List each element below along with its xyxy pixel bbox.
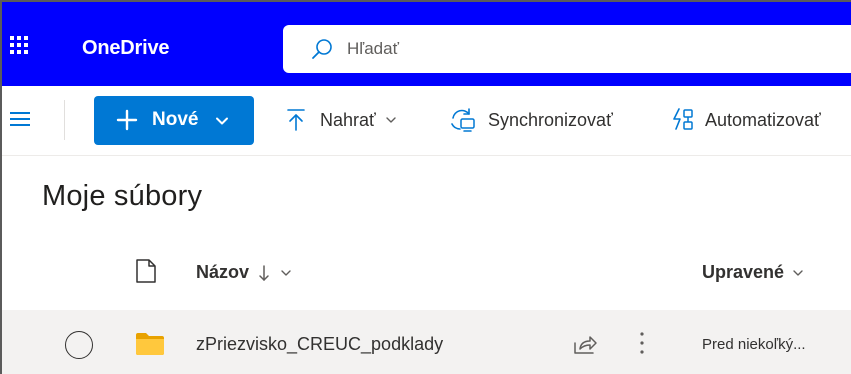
chevron-down-icon <box>386 117 396 123</box>
sync-icon <box>451 108 475 132</box>
plus-icon <box>116 109 138 131</box>
onedrive-window: OneDrive Nové <box>0 0 851 374</box>
folder-icon <box>136 333 164 355</box>
column-header-modified[interactable]: Upravené <box>702 262 804 283</box>
automate-button-label: Automatizovať <box>705 109 821 130</box>
new-button-label: Nové <box>152 109 199 130</box>
search-icon <box>312 39 332 59</box>
suite-bar: OneDrive <box>2 2 851 86</box>
upload-button-label: Nahrať <box>320 109 376 130</box>
file-name[interactable]: zPriezvisko_CREUC_podklady <box>196 334 443 355</box>
file-type-icon[interactable] <box>135 258 157 284</box>
column-header-name-label: Názov <box>196 262 250 282</box>
navigation-menu-icon[interactable] <box>8 108 32 132</box>
column-header-name[interactable]: Názov <box>196 262 292 283</box>
new-button[interactable]: Nové <box>94 96 254 145</box>
chevron-down-icon <box>281 269 291 276</box>
chevron-down-icon <box>793 269 803 276</box>
flow-icon <box>673 108 693 130</box>
search-box[interactable] <box>283 25 851 73</box>
list-header: Názov Upravené <box>2 242 851 304</box>
sync-button-label: Synchronizovať <box>488 109 613 130</box>
row-select-checkbox[interactable] <box>65 331 93 359</box>
upload-icon <box>287 109 305 131</box>
sort-descending-icon <box>259 264 269 281</box>
more-options-icon[interactable] <box>634 328 650 358</box>
command-bar: Nové Nahrať Synchronizovať Automatizovať <box>2 86 851 156</box>
modified-date: Pred niekoľký... <box>702 336 806 353</box>
sync-button[interactable]: Synchronizovať <box>448 104 613 136</box>
app-launcher-icon[interactable] <box>10 36 32 58</box>
automate-button[interactable]: Automatizovať <box>670 104 821 136</box>
search-input[interactable] <box>347 35 827 63</box>
share-icon[interactable] <box>572 331 598 357</box>
divider <box>64 100 65 140</box>
table-row[interactable]: zPriezvisko_CREUC_podklady Pred niekoľký… <box>2 310 851 374</box>
column-header-modified-label: Upravené <box>702 262 785 282</box>
app-name[interactable]: OneDrive <box>82 36 170 60</box>
page-title: Moje súbory <box>42 180 203 212</box>
chevron-down-icon <box>216 117 228 125</box>
upload-button[interactable]: Nahrať <box>286 104 397 136</box>
